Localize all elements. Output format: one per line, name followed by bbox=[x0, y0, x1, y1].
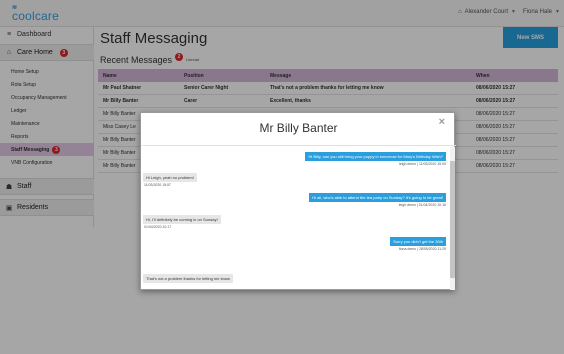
conversation-modal: Mr Billy Banter × Hi Billy, can you stil… bbox=[140, 112, 456, 291]
message-meta: leigh.demo | 01/04/2020 10:16 bbox=[398, 203, 446, 207]
modal-title: Mr Billy Banter bbox=[259, 121, 338, 135]
message-meta: fiona.demo | 28/05/2020 11:29 bbox=[398, 247, 446, 251]
outgoing-message: Hi Billy, can you still bring your puppy… bbox=[305, 152, 446, 161]
incoming-message: Hi, I'll definitely be coming in on Sund… bbox=[143, 215, 221, 224]
outgoing-message: Hi all, who's able to attend the tea par… bbox=[309, 193, 446, 202]
message-meta: 01/04/2020 10:17 bbox=[144, 225, 172, 229]
scrollbar-thumb[interactable] bbox=[450, 161, 455, 278]
incoming-message: That's not a problem thanks for letting … bbox=[143, 274, 233, 283]
message-meta: 11/03/2020 15:57 bbox=[144, 183, 171, 187]
incoming-message: Hi Leigh, yeah no problem! bbox=[143, 173, 197, 182]
close-icon[interactable]: × bbox=[439, 116, 445, 128]
outgoing-message: Sorry you didn't get the 30th bbox=[390, 237, 446, 246]
message-meta: leigh.demo | 11/03/2020 15:00 bbox=[399, 162, 446, 166]
chat-thread[interactable]: Hi Billy, can you still bring your puppy… bbox=[141, 146, 456, 291]
